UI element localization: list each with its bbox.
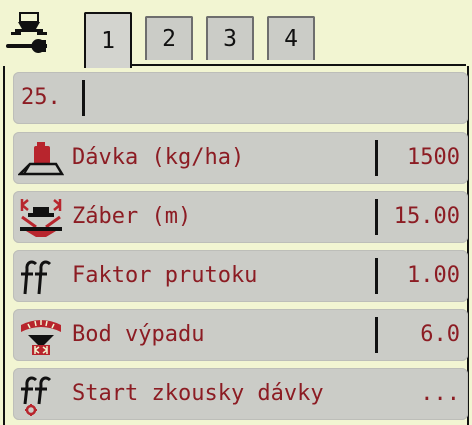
row-value: 1.00 bbox=[407, 263, 460, 288]
tab-label: 3 bbox=[223, 26, 237, 52]
row-application-rate[interactable]: Dávka (kg/ha) 1500 bbox=[13, 132, 468, 184]
row-flow-factor[interactable]: Faktor prutoku 1.00 bbox=[13, 250, 468, 302]
row-label: Faktor prutoku bbox=[72, 263, 258, 288]
row-label: Bod výpadu bbox=[72, 322, 205, 347]
row-label: Záber (m) bbox=[72, 204, 192, 229]
tab-1[interactable]: 1 bbox=[84, 12, 132, 68]
row-label: Start zkousky dávky bbox=[72, 381, 324, 406]
row-value: ... bbox=[420, 381, 460, 406]
row-value: 6.0 bbox=[420, 322, 460, 347]
separator bbox=[375, 140, 378, 176]
tab-label: 1 bbox=[101, 28, 115, 54]
separator bbox=[375, 317, 378, 353]
calibration-test-icon bbox=[21, 376, 52, 416]
tab-2[interactable]: 2 bbox=[145, 16, 193, 60]
row-working-width[interactable]: Záber (m) 15.00 bbox=[13, 191, 468, 243]
row-calibration-test[interactable]: Start zkousky dávky ... bbox=[13, 368, 468, 420]
drop-point-icon bbox=[21, 320, 61, 355]
row-drop-point[interactable]: Bod výpadu 6.0 bbox=[13, 309, 468, 361]
tab-3[interactable]: 3 bbox=[206, 16, 254, 60]
settings-panel: 25. Dávka (kg/ha) 1500 Záber (m) 15.00 F… bbox=[3, 66, 469, 425]
row-label: Dávka (kg/ha) bbox=[72, 145, 245, 170]
flow-factor-icon bbox=[21, 260, 52, 295]
application-rate-icon bbox=[18, 142, 64, 176]
separator bbox=[375, 258, 378, 294]
input-field[interactable]: 25. bbox=[13, 72, 468, 124]
tab-4[interactable]: 4 bbox=[267, 16, 315, 60]
tab-label: 2 bbox=[162, 26, 176, 52]
spreader-settings-icon[interactable] bbox=[6, 12, 58, 58]
separator bbox=[375, 199, 378, 235]
tab-label: 4 bbox=[284, 26, 298, 52]
row-value: 15.00 bbox=[393, 204, 460, 229]
working-width-icon bbox=[20, 199, 62, 237]
input-value: 25. bbox=[21, 85, 61, 110]
header: 1 2 3 4 bbox=[0, 0, 472, 68]
row-value: 1500 bbox=[407, 145, 460, 170]
text-cursor bbox=[82, 80, 85, 116]
